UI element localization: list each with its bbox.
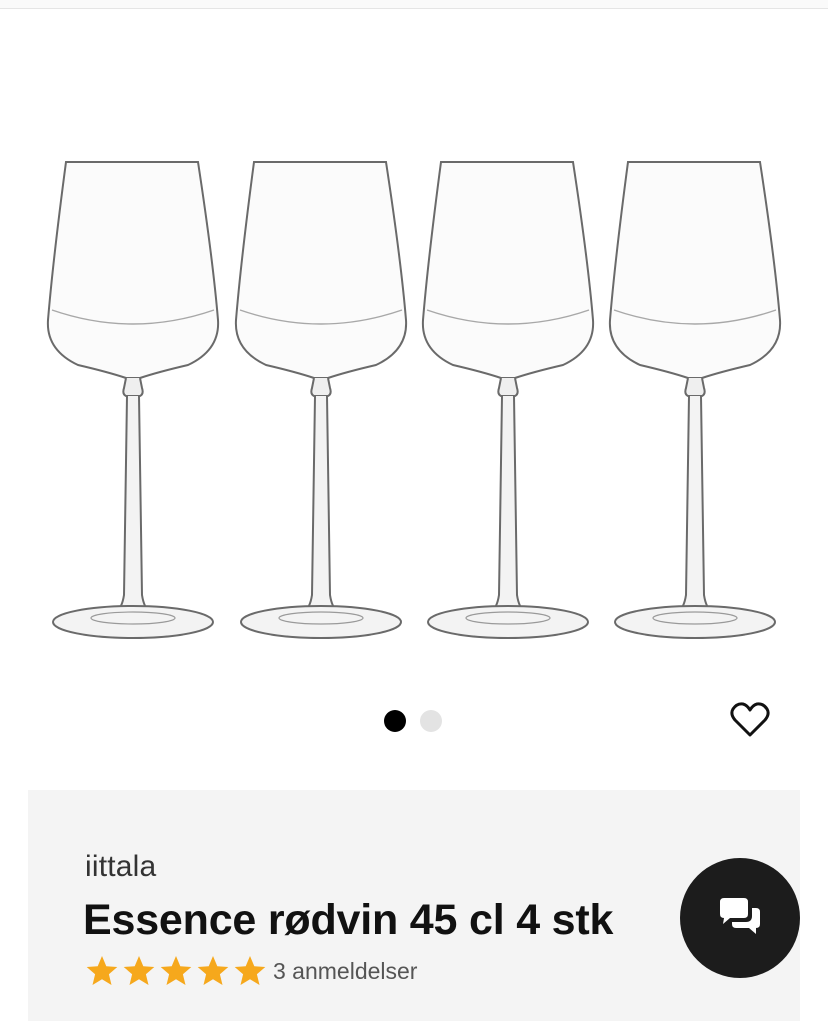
star-icon — [197, 956, 229, 985]
star-icon — [86, 956, 118, 985]
rating-stars — [85, 954, 267, 988]
pagination-dot-active[interactable] — [384, 710, 406, 732]
chat-bubbles-icon — [720, 898, 760, 934]
heart-outline-icon — [730, 702, 770, 737]
wine-glass-image — [421, 161, 595, 639]
product-title: Essence rødvin 45 cl 4 stk — [83, 896, 614, 944]
product-brand[interactable]: iittala — [85, 850, 156, 884]
wine-glass-image — [46, 161, 220, 639]
wine-glass-image — [234, 161, 408, 639]
star-icon — [160, 956, 192, 985]
top-divider — [0, 0, 828, 9]
gallery-pagination — [384, 710, 444, 732]
review-count: 3 anmeldelser — [273, 957, 418, 984]
product-image-gallery[interactable] — [0, 150, 828, 650]
wine-glass-image — [608, 161, 782, 639]
star-icon — [123, 956, 155, 985]
favorite-button[interactable] — [726, 696, 774, 744]
star-icon — [234, 956, 266, 985]
chat-button[interactable] — [680, 858, 800, 978]
product-rating[interactable]: 3 anmeldelser — [85, 954, 417, 988]
pagination-dot[interactable] — [420, 710, 442, 732]
